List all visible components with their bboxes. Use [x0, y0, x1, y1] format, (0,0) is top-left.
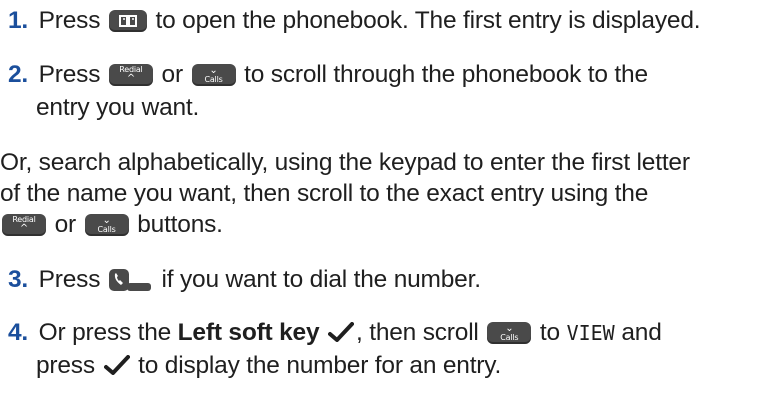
step-text: press — [36, 352, 95, 379]
step-text: Press — [38, 7, 101, 34]
calls-down-key-icon: ⌄ Calls — [84, 214, 129, 236]
step-text: if you want to dial the number. — [161, 266, 482, 293]
note-text: or — [54, 211, 77, 238]
step-number: 2. — [8, 61, 29, 88]
book-icon — [108, 10, 147, 32]
step-text: Or press the — [38, 319, 172, 346]
step-text: to scroll through the phonebook to the — [244, 61, 648, 88]
note-text: buttons. — [137, 211, 223, 238]
step-text: to — [539, 319, 560, 346]
step-text: Press — [38, 61, 101, 88]
redial-up-key-icon: Redial ^ — [2, 214, 46, 236]
calls-down-key-icon: ⌄ Calls — [487, 322, 532, 344]
up-arrow-icon: ^ — [126, 73, 135, 84]
up-arrow-icon: ^ — [19, 223, 29, 234]
search-note-line-2: of the name you want, then scroll to the… — [0, 180, 649, 207]
step-text: and — [621, 319, 662, 346]
search-note-line-3: Redial ^ or ⌄ Calls buttons. — [0, 210, 223, 240]
redial-up-key-icon: Redial ^ — [108, 64, 153, 86]
phone-handset-icon — [108, 269, 153, 291]
step-3: 3. Press if you want to dial the number. — [8, 265, 481, 295]
checkmark-icon — [103, 355, 130, 375]
step-text: Press — [38, 266, 101, 293]
step-text: or — [161, 61, 184, 88]
calls-down-key-icon: ⌄ Calls — [191, 64, 236, 86]
step-2-continued: entry you want. — [36, 94, 200, 121]
key-label: Calls — [204, 75, 223, 84]
checkmark-icon — [328, 322, 354, 342]
search-note-line-1: Or, search alphabetically, using the key… — [0, 149, 690, 176]
step-number: 1. — [8, 7, 29, 34]
step-number: 3. — [8, 266, 29, 293]
step-2: 2. Press Redial ^ or ⌄ Calls to scroll t… — [8, 60, 648, 90]
key-label: Calls — [500, 333, 519, 342]
left-soft-key-label: Left soft key — [177, 319, 320, 346]
step-number: 4. — [8, 319, 29, 346]
key-label: Calls — [97, 225, 116, 234]
view-menu-label: VIEW — [566, 321, 615, 345]
step-text: , then scroll — [356, 319, 479, 346]
step-text: to display the number for an entry. — [138, 352, 502, 379]
step-text: to open the phonebook. The first entry i… — [155, 7, 701, 34]
step-1: 1. Press to open the phonebook. The firs… — [8, 6, 701, 36]
step-4: 4. Or press the Left soft key , then scr… — [8, 318, 662, 348]
instruction-page: 1. Press to open the phonebook. The firs… — [0, 0, 773, 409]
step-4-continued: press to display the number for an entry… — [36, 351, 501, 381]
